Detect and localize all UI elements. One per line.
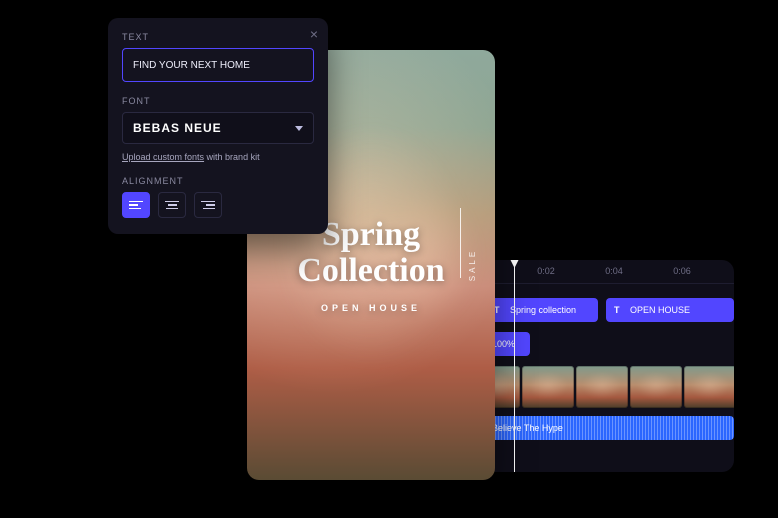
preview-side-text: SALE — [468, 249, 477, 281]
decorative-line — [460, 208, 461, 278]
audio-waveform — [468, 416, 734, 440]
audio-clip[interactable]: Believe The Hype — [468, 416, 734, 440]
upload-fonts-link[interactable]: Upload custom fonts — [122, 152, 204, 162]
label-font: FONT — [122, 96, 314, 106]
video-thumb[interactable] — [522, 366, 574, 408]
align-right-button[interactable] — [194, 192, 222, 218]
label-text: TEXT — [122, 32, 314, 42]
font-select[interactable]: BEBAS NEUE — [122, 112, 314, 144]
preview-title-line2: Collection — [297, 253, 444, 289]
alignment-group — [122, 192, 314, 218]
align-center-button[interactable] — [158, 192, 186, 218]
text-icon — [614, 305, 624, 315]
text-input[interactable] — [122, 48, 314, 82]
text-clip[interactable]: OPEN HOUSE — [606, 298, 734, 322]
label-alignment: ALIGNMENT — [122, 176, 314, 186]
ruler-tick: 0:06 — [673, 266, 691, 276]
video-thumb[interactable] — [630, 366, 682, 408]
clip-label: 100% — [492, 339, 515, 349]
video-thumb[interactable] — [684, 366, 734, 408]
font-select-value: BEBAS NEUE — [133, 121, 222, 135]
ruler-tick: 0:02 — [537, 266, 555, 276]
clip-label: OPEN HOUSE — [630, 305, 690, 315]
close-icon[interactable]: × — [310, 26, 318, 42]
video-thumb[interactable] — [576, 366, 628, 408]
clip-label: Spring collection — [510, 305, 576, 315]
text-icon — [494, 305, 504, 315]
ruler-tick: 0:04 — [605, 266, 623, 276]
playhead[interactable] — [514, 260, 515, 472]
text-style-panel: × TEXT FONT BEBAS NEUE Upload custom fon… — [108, 18, 328, 234]
preview-subtitle: OPEN HOUSE — [297, 303, 444, 313]
upload-fonts-line: Upload custom fonts with brand kit — [122, 152, 314, 162]
upload-fonts-rest: with brand kit — [204, 152, 260, 162]
text-clip[interactable]: Spring collection — [486, 298, 598, 322]
chevron-down-icon — [295, 126, 303, 131]
align-left-button[interactable] — [122, 192, 150, 218]
